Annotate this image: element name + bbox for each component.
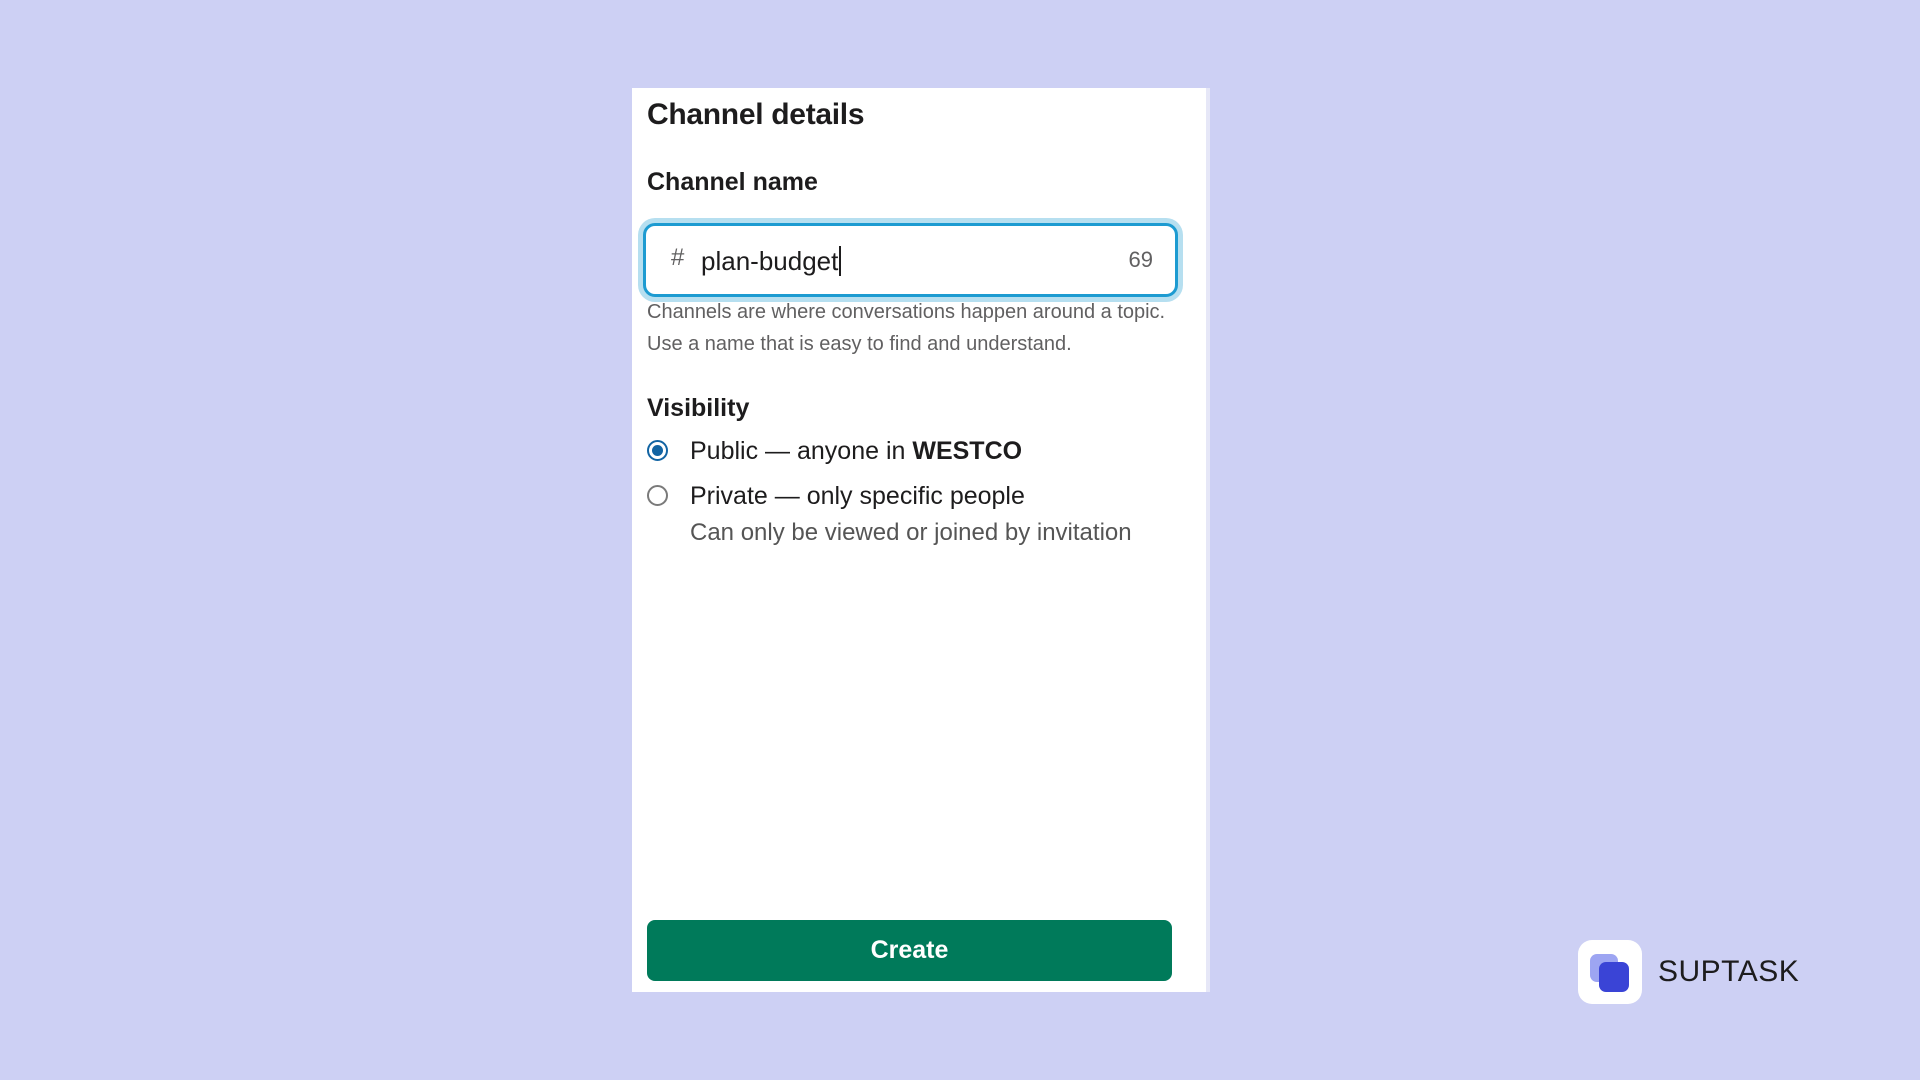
visibility-label: Visibility: [647, 394, 750, 422]
brand-name: SUPTASK: [1658, 955, 1800, 988]
hash-icon: #: [671, 244, 685, 271]
create-button[interactable]: Create: [647, 920, 1172, 981]
channel-name-input[interactable]: # plan-budget 69: [643, 223, 1178, 297]
channel-name-help: Channels are where conversations happen …: [647, 301, 1166, 355]
channel-details-dialog: Channel details Channel name # plan-budg…: [632, 88, 1210, 992]
channel-name-label: Channel name: [647, 168, 818, 196]
public-radio[interactable]: [647, 440, 668, 461]
dialog-title: Channel details: [647, 98, 865, 131]
char-counter: 69: [1128, 247, 1153, 272]
workspace-name: WESTCO: [912, 437, 1023, 465]
private-option-description: Can only be viewed or joined by invitati…: [690, 519, 1132, 546]
public-option-label: Public — anyone in WESTCO: [690, 437, 1023, 465]
private-option-label: Private — only specific people Can only …: [690, 479, 1132, 550]
visibility-private-option[interactable]: Private — only specific people Can only …: [647, 479, 1132, 550]
brand-watermark: SUPTASK: [1578, 940, 1799, 1004]
channel-name-value[interactable]: plan-budget: [701, 246, 842, 276]
private-radio[interactable]: [647, 485, 668, 506]
suptask-logo-icon: [1578, 940, 1642, 1004]
visibility-public-option[interactable]: Public — anyone in WESTCO: [647, 434, 1022, 468]
